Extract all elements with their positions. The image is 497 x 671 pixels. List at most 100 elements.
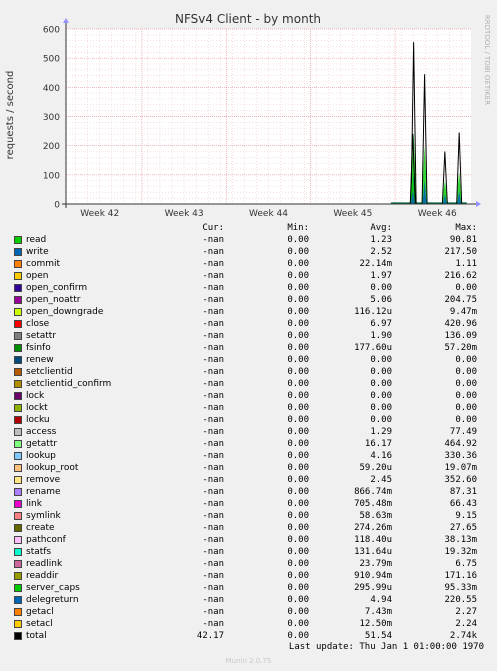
legend-min: 0.00 (287, 487, 309, 497)
legend-avg: 58.63m (359, 511, 392, 521)
legend-avg: 51.54 (364, 631, 392, 641)
legend-cur: -nan (202, 307, 224, 317)
legend-cur: -nan (202, 523, 224, 533)
legend-swatch (14, 512, 22, 520)
legend-cur: -nan (202, 403, 224, 413)
legend-row: close -nan 0.00 6.97 420.96 (0, 318, 497, 330)
legend-header-max: Max: (455, 223, 477, 233)
y-tick-labels: 0 100 200 300 400 500 600 (43, 26, 60, 211)
legend-max: 216.62 (444, 271, 477, 281)
legend-max: 2.27 (455, 607, 477, 617)
legend-max: 27.65 (449, 523, 477, 533)
legend-max: 66.43 (449, 499, 477, 509)
legend-cur: -nan (202, 295, 224, 305)
legend-max: 204.75 (444, 295, 477, 305)
legend-cur: -nan (202, 343, 224, 353)
legend-max: 0.00 (455, 367, 477, 377)
legend-row: getacl -nan 0.00 7.43m 2.27 (0, 606, 497, 618)
legend-header-cur: Cur: (202, 223, 224, 233)
legend-max: 57.20m (444, 343, 477, 353)
legend-row: rename -nan 0.00 866.74m 87.31 (0, 486, 497, 498)
x-tick-label: Week 43 (165, 209, 204, 219)
legend-max: 352.60 (444, 475, 477, 485)
legend-row: total 42.17 0.00 51.54 2.74k (0, 630, 497, 642)
legend-avg: 5.06 (370, 295, 392, 305)
y-axis-arrow (63, 18, 69, 23)
legend-avg: 22.14m (359, 259, 392, 269)
x-tick-label: Week 44 (249, 209, 288, 219)
legend-max: 19.07m (444, 463, 477, 473)
legend-cur: -nan (202, 391, 224, 401)
legend-swatch (14, 548, 22, 556)
legend-row: fsinfo -nan 0.00 177.60u 57.20m (0, 342, 497, 354)
legend-row: read -nan 0.00 1.23 90.81 (0, 234, 497, 246)
legend-name: lookup (26, 451, 56, 461)
legend-row: lookup -nan 0.00 4.16 330.36 (0, 450, 497, 462)
legend-row: setclientid_confirm -nan 0.00 0.00 0.00 (0, 378, 497, 390)
legend-swatch (14, 524, 22, 532)
legend-avg: 295.99u (354, 583, 392, 593)
legend-name: fsinfo (26, 343, 51, 353)
legend-row: lookup_root -nan 0.00 59.20u 19.07m (0, 462, 497, 474)
legend-min: 0.00 (287, 307, 309, 317)
legend-swatch (14, 248, 22, 256)
legend-max: 420.96 (444, 319, 477, 329)
legend-max: 1.11 (455, 259, 477, 269)
legend-avg: 866.74m (354, 487, 392, 497)
legend-cur: -nan (202, 259, 224, 269)
legend-avg: 0.00 (370, 415, 392, 425)
legend-avg: 0.00 (370, 379, 392, 389)
legend-name: setacl (26, 619, 53, 629)
legend-swatch (14, 536, 22, 544)
legend-row: open -nan 0.00 1.97 216.62 (0, 270, 497, 282)
legend-row: setclientid -nan 0.00 0.00 0.00 (0, 366, 497, 378)
legend-row: getattr -nan 0.00 16.17 464.92 (0, 438, 497, 450)
legend-name: open_noattr (26, 295, 81, 305)
legend-cur: -nan (202, 487, 224, 497)
legend-row: remove -nan 0.00 2.45 352.60 (0, 474, 497, 486)
legend-avg: 59.20u (359, 463, 392, 473)
legend-name: lockt (26, 403, 48, 413)
legend-min: 0.00 (287, 535, 309, 545)
legend-swatch (14, 632, 22, 640)
legend-swatch (14, 440, 22, 448)
legend-name: readlink (26, 559, 63, 569)
legend-swatch (14, 260, 22, 268)
legend-swatch (14, 500, 22, 508)
legend-avg: 2.52 (370, 247, 392, 257)
legend-min: 0.00 (287, 355, 309, 365)
legend-avg: 118.40u (354, 535, 392, 545)
legend-min: 0.00 (287, 547, 309, 557)
legend-max: 330.36 (444, 451, 477, 461)
legend-cur: -nan (202, 559, 224, 569)
legend-min: 0.00 (287, 367, 309, 377)
legend-row: symlink -nan 0.00 58.63m 9.15 (0, 510, 497, 522)
legend-row: link -nan 0.00 705.48m 66.43 (0, 498, 497, 510)
legend-min: 0.00 (287, 463, 309, 473)
legend-row: open_downgrade -nan 0.00 116.12u 9.47m (0, 306, 497, 318)
legend-swatch (14, 344, 22, 352)
legend-avg: 274.26m (354, 523, 392, 533)
legend-cur: -nan (202, 355, 224, 365)
legend-name: getattr (26, 439, 58, 449)
legend-avg: 1.90 (370, 331, 392, 341)
legend-avg: 131.64u (354, 547, 392, 557)
legend-row: access -nan 0.00 1.29 77.49 (0, 426, 497, 438)
legend-min: 0.00 (287, 631, 309, 641)
legend-name: open_confirm (26, 283, 88, 293)
legend-max: 9.15 (455, 511, 477, 521)
legend-cur: -nan (202, 379, 224, 389)
legend-row: open_noattr -nan 0.00 5.06 204.75 (0, 294, 497, 306)
legend-row: delegreturn -nan 0.00 4.94 220.55 (0, 594, 497, 606)
legend-name: close (26, 319, 50, 329)
legend-cur: -nan (202, 535, 224, 545)
legend-name: read (26, 235, 47, 245)
legend-name: pathconf (26, 535, 66, 545)
legend-cur: -nan (202, 571, 224, 581)
legend-swatch (14, 404, 22, 412)
legend-avg: 177.60u (354, 343, 392, 353)
legend-max: 6.75 (455, 559, 477, 569)
legend-max: 95.33m (444, 583, 477, 593)
legend-swatch (14, 356, 22, 364)
legend-name: open_downgrade (26, 307, 104, 317)
